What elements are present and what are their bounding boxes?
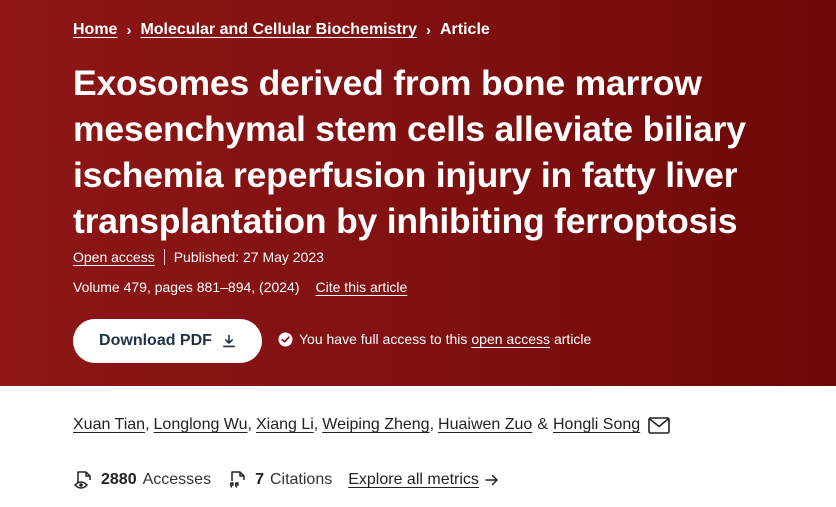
- citations-count: 7: [255, 471, 264, 488]
- quote-document-icon: [227, 469, 249, 491]
- published-date: Published: 27 May 2023: [173, 249, 324, 265]
- author-link[interactable]: Huaiwen Zuo: [438, 416, 532, 434]
- article-meta-row: Open access Published: 27 May 2023: [73, 249, 324, 265]
- article-citation-row: Volume 479, pages 881–894, (2024) Cite t…: [73, 279, 407, 295]
- author-separator: ,: [313, 416, 319, 433]
- arrow-right-icon: [485, 474, 499, 486]
- author-ampersand: &: [537, 416, 548, 433]
- accesses-count: 2880: [101, 471, 137, 488]
- mail-icon[interactable]: [648, 416, 670, 434]
- open-access-info-link[interactable]: open access: [471, 331, 550, 347]
- cite-article-link[interactable]: Cite this article: [316, 279, 408, 295]
- author-separator: ,: [429, 416, 435, 433]
- author-separator: ,: [145, 416, 150, 433]
- check-circle-icon: [278, 332, 293, 347]
- access-suffix: article: [553, 331, 592, 347]
- full-access-notice: You have full access to this open access…: [278, 331, 591, 347]
- download-pdf-label: Download PDF: [99, 332, 212, 349]
- meta-divider: [163, 249, 165, 265]
- author-link[interactable]: Weiping Zheng: [322, 416, 429, 434]
- author-link[interactable]: Xiang Li: [256, 416, 314, 434]
- article-header: Home › Molecular and Cellular Biochemist…: [0, 0, 836, 386]
- breadcrumb: Home › Molecular and Cellular Biochemist…: [73, 21, 490, 39]
- download-icon: [222, 334, 236, 348]
- author-link[interactable]: Longlong Wu: [154, 416, 248, 434]
- article-metrics: 2880 Accesses 7 Citations Explore all me…: [73, 469, 499, 491]
- citations-label: Citations: [269, 471, 333, 488]
- open-access-link[interactable]: Open access: [73, 249, 155, 265]
- article-title: Exosomes derived from bone marrow mesenc…: [73, 63, 746, 241]
- accesses-label: Accesses: [142, 471, 212, 488]
- breadcrumb-journal-link[interactable]: Molecular and Cellular Biochemistry: [140, 21, 417, 39]
- eye-document-icon: [73, 469, 95, 491]
- breadcrumb-current: Article: [439, 21, 490, 38]
- author-link[interactable]: Hongli Song: [553, 416, 640, 434]
- author-separator: ,: [247, 416, 252, 433]
- explore-metrics-link[interactable]: Explore all metrics: [348, 471, 479, 489]
- author-link[interactable]: Xuan Tian: [73, 416, 145, 434]
- volume-pages: Volume 479, pages 881–894, (2024): [73, 279, 300, 295]
- breadcrumb-home-link[interactable]: Home: [73, 21, 117, 39]
- download-pdf-button[interactable]: Download PDF: [73, 319, 262, 363]
- access-prefix: You have full access to this: [299, 331, 468, 347]
- breadcrumb-chevron-icon: ›: [126, 21, 132, 39]
- author-list: Xuan Tian, Longlong Wu, Xiang Li, Weipin…: [73, 416, 670, 434]
- breadcrumb-chevron-icon: ›: [425, 21, 431, 39]
